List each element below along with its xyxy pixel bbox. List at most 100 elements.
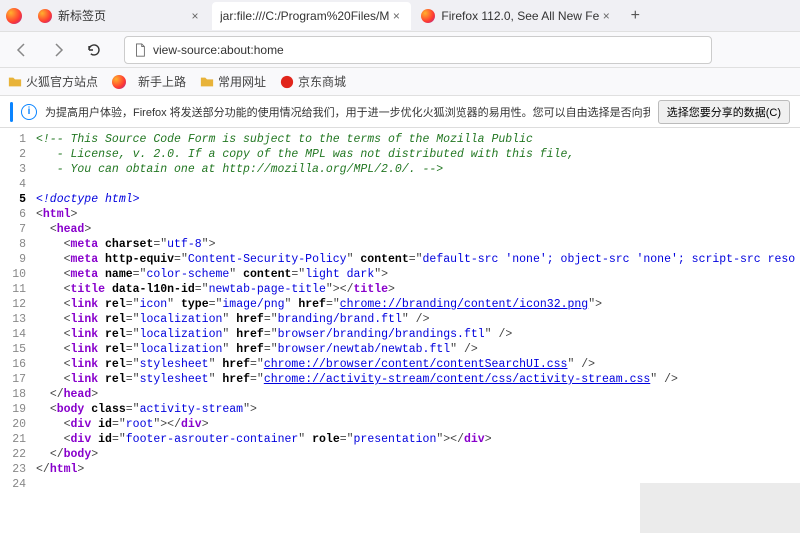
line-code: <body class="activity-stream"> (36, 402, 257, 417)
source-line: 7 <head> (0, 222, 800, 237)
source-line: 14 <link rel="localization" href="browse… (0, 327, 800, 342)
line-code: </head> (36, 387, 98, 402)
jd-icon (280, 75, 294, 89)
folder-icon (200, 75, 214, 89)
info-accent (10, 102, 13, 122)
line-number: 10 (0, 267, 36, 282)
bookmark-item-2[interactable]: 常用网址 (200, 73, 266, 90)
source-line: 12 <link rel="icon" type="image/png" hre… (0, 297, 800, 312)
line-number: 19 (0, 402, 36, 417)
line-code: </html> (36, 462, 84, 477)
line-number: 7 (0, 222, 36, 237)
info-text: 为提高用户体验，Firefox 将发送部分功能的使用情况给我们，用于进一步优化火… (45, 104, 650, 120)
bookmark-label: 新手上路 (138, 73, 186, 90)
line-code: <div id="footer-asrouter-container" role… (36, 432, 492, 447)
line-number: 17 (0, 372, 36, 387)
line-number: 14 (0, 327, 36, 342)
source-line: 9 <meta http-equiv="Content-Security-Pol… (0, 252, 800, 267)
arrow-right-icon (50, 42, 66, 58)
tab-bar: 新标签页×jar:file:///C:/Program%20Files/M×Fi… (0, 0, 800, 32)
line-code: <head> (36, 222, 91, 237)
bookmark-item-0[interactable]: 火狐官方站点 (8, 73, 98, 90)
url-text: view-source:about:home (153, 43, 284, 57)
line-number: 24 (0, 477, 36, 492)
line-code: <link rel="stylesheet" href="chrome://br… (36, 357, 595, 372)
line-code: <link rel="localization" href="browser/n… (36, 342, 478, 357)
firefox-icon (38, 9, 52, 23)
source-line: 4 (0, 177, 800, 192)
tab-label: 新标签页 (58, 7, 188, 24)
line-code: <link rel="localization" href="browser/b… (36, 327, 512, 342)
bookmark-label: 京东商城 (298, 73, 346, 90)
line-code: <link rel="localization" href="branding/… (36, 312, 429, 327)
line-number: 22 (0, 447, 36, 462)
nav-toolbar: view-source:about:home (0, 32, 800, 68)
line-number: 11 (0, 282, 36, 297)
line-number: 2 (0, 147, 36, 162)
reload-icon (86, 42, 102, 58)
bookmark-label: 火狐官方站点 (26, 73, 98, 90)
source-line: 3 - You can obtain one at http://mozilla… (0, 162, 800, 177)
tab-label: Firefox 112.0, See All New Fe (441, 9, 599, 23)
firefox-icon (112, 75, 126, 89)
arrow-left-icon (14, 42, 30, 58)
line-number: 18 (0, 387, 36, 402)
bookmark-label: 常用网址 (218, 73, 266, 90)
close-icon[interactable]: × (188, 9, 202, 23)
reload-button[interactable] (80, 36, 108, 64)
page-icon (133, 43, 147, 57)
info-icon: i (21, 104, 37, 120)
line-code: <meta charset="utf-8"> (36, 237, 215, 252)
source-line: 21 <div id="footer-asrouter-container" r… (0, 432, 800, 447)
source-line: 13 <link rel="localization" href="brandi… (0, 312, 800, 327)
line-number: 6 (0, 207, 36, 222)
line-number: 1 (0, 132, 36, 147)
line-number: 4 (0, 177, 36, 192)
source-line: 16 <link rel="stylesheet" href="chrome:/… (0, 357, 800, 372)
new-tab-button[interactable]: + (623, 4, 647, 28)
line-number: 16 (0, 357, 36, 372)
line-code: - License, v. 2.0. If a copy of the MPL … (36, 147, 574, 162)
source-line: 8 <meta charset="utf-8"> (0, 237, 800, 252)
source-line: 20 <div id="root"></div> (0, 417, 800, 432)
line-number: 15 (0, 342, 36, 357)
watermark (640, 483, 800, 533)
source-line: 11 <title data-l10n-id="newtab-page-titl… (0, 282, 800, 297)
tab-2[interactable]: Firefox 112.0, See All New Fe× (413, 2, 621, 30)
line-number: 5 (0, 192, 36, 207)
source-line: 19 <body class="activity-stream"> (0, 402, 800, 417)
line-number: 21 (0, 432, 36, 447)
back-button[interactable] (8, 36, 36, 64)
line-code: <meta name="color-scheme" content="light… (36, 267, 388, 282)
source-line: 10 <meta name="color-scheme" content="li… (0, 267, 800, 282)
firefox-icon (421, 9, 435, 23)
line-code: <title data-l10n-id="newtab-page-title">… (36, 282, 395, 297)
close-icon[interactable]: × (389, 9, 403, 23)
tab-1[interactable]: jar:file:///C:/Program%20Files/M× (212, 2, 411, 30)
line-code: <!-- This Source Code Form is subject to… (36, 132, 533, 147)
bookmark-item-1[interactable]: 新手上路 (112, 73, 186, 90)
firefox-app-icon (6, 8, 22, 24)
source-line: 23</html> (0, 462, 800, 477)
line-number: 12 (0, 297, 36, 312)
forward-button[interactable] (44, 36, 72, 64)
bookmark-item-3[interactable]: 京东商城 (280, 73, 346, 90)
url-bar[interactable]: view-source:about:home (124, 36, 712, 64)
source-line: 22 </body> (0, 447, 800, 462)
close-icon[interactable]: × (599, 9, 613, 23)
line-code: <link rel="stylesheet" href="chrome://ac… (36, 372, 678, 387)
bookmarks-bar: 火狐官方站点 新手上路 常用网址 京东商城 (0, 68, 800, 96)
line-number: 3 (0, 162, 36, 177)
line-number: 20 (0, 417, 36, 432)
info-choose-button[interactable]: 选择您要分享的数据(C) (658, 100, 790, 124)
source-line: 2 - License, v. 2.0. If a copy of the MP… (0, 147, 800, 162)
line-code: <!doctype html> (36, 192, 140, 207)
tab-0[interactable]: 新标签页× (30, 2, 210, 30)
source-line: 1<!-- This Source Code Form is subject t… (0, 132, 800, 147)
source-line: 18 </head> (0, 387, 800, 402)
folder-icon (8, 75, 22, 89)
source-view: 1<!-- This Source Code Form is subject t… (0, 128, 800, 492)
line-code: - You can obtain one at http://mozilla.o… (36, 162, 443, 177)
line-number: 8 (0, 237, 36, 252)
line-code: <link rel="icon" type="image/png" href="… (36, 297, 602, 312)
